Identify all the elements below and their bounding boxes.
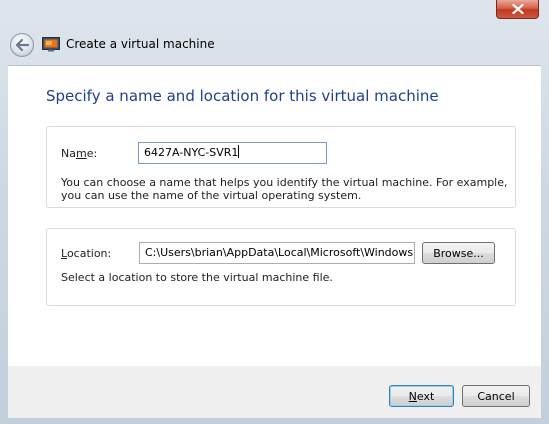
name-hint-line-2: you can use the name of the virtual oper… [61,189,362,202]
next-button[interactable]: Next [389,385,454,407]
name-group: Name: 6427A-NYC-SVR1 You can choose a na… [46,126,516,208]
text-caret [238,145,240,158]
name-label: Name: [61,147,98,160]
name-input[interactable]: 6427A-NYC-SVR1 [138,142,327,164]
close-button[interactable] [496,0,539,19]
location-label: Location: [61,247,112,260]
browse-button[interactable]: Browse... [422,242,495,264]
wizard-footer: Next Cancel [8,366,541,418]
window-frame: Create a virtual machine Specify a name … [0,0,549,424]
back-button[interactable] [10,33,34,57]
back-arrow-icon [15,39,29,51]
location-group: Location: C:\Users\brian\AppData\Local\M… [46,228,516,306]
virtual-machine-icon [42,37,60,52]
cancel-button[interactable]: Cancel [462,385,530,407]
wizard-content: Specify a name and location for this vir… [8,65,541,366]
page-heading: Specify a name and location for this vir… [46,87,439,105]
location-input[interactable]: C:\Users\brian\AppData\Local\Microsoft\W… [139,242,415,264]
name-hint-line-1: You can choose a name that helps you ide… [61,176,508,189]
window-title: Create a virtual machine [66,37,215,51]
location-hint: Select a location to store the virtual m… [61,271,333,284]
close-icon [511,4,524,14]
